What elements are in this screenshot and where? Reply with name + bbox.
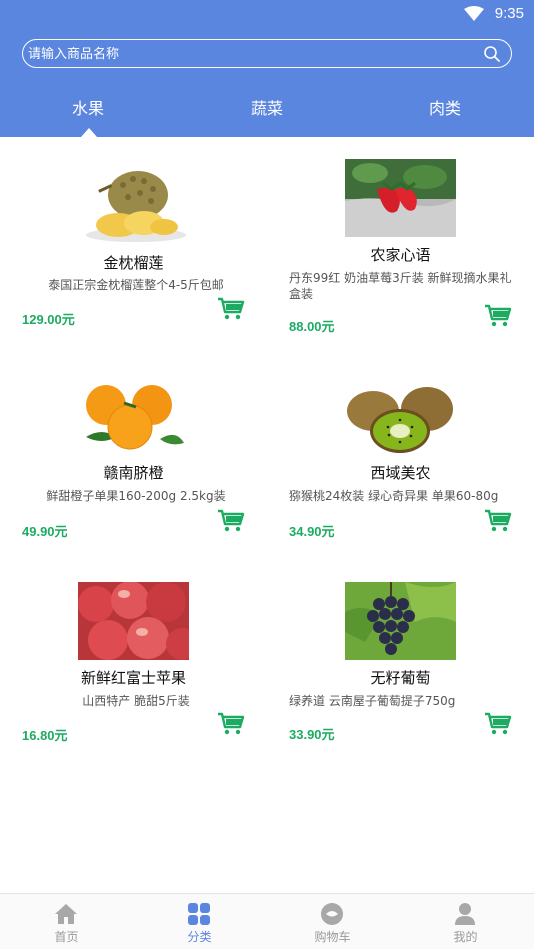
product-price: 16.80元 <box>22 728 68 743</box>
product-desc: 猕猴桃24枚装 绿心奇异果 单果60-80g <box>289 489 499 503</box>
product-name: 农家心语 <box>370 246 431 264</box>
add-to-cart-icon[interactable] <box>217 297 245 321</box>
tabbar-label: 分类 <box>187 930 212 944</box>
search-input[interactable] <box>28 44 468 64</box>
product-name: 赣南脐橙 <box>103 464 164 482</box>
status-time: 9:35 <box>494 5 524 22</box>
tab-meat[interactable]: 肉类 <box>385 95 505 119</box>
product-price: 129.00元 <box>22 312 75 327</box>
durian-image <box>78 167 189 245</box>
strawberry-image <box>345 159 456 237</box>
product-card[interactable]: 农家心语 丹东99红 奶油草莓3斤装 新鲜现摘水果礼盒装 88.00元 <box>267 137 534 337</box>
product-card[interactable]: 新鲜红富士苹果 山西特产 脆甜5斤装 16.80元 <box>0 551 267 751</box>
add-to-cart-icon[interactable] <box>484 712 512 736</box>
product-desc: 山西特产 脆甜5斤装 <box>82 694 190 708</box>
product-name: 新鲜红富士苹果 <box>80 669 186 687</box>
tab-vegetables[interactable]: 蔬菜 <box>207 95 327 119</box>
active-tab-indicator <box>81 128 97 137</box>
tabbar-label: 我的 <box>453 930 478 944</box>
header: 9:35 水果 蔬菜 肉类 <box>0 0 534 137</box>
search-icon[interactable] <box>483 45 501 63</box>
product-price: 33.90元 <box>289 727 335 742</box>
tabbar-label: 首页 <box>54 930 79 944</box>
home-icon <box>55 904 77 924</box>
apple-image <box>78 582 189 660</box>
product-card[interactable]: 赣南脐橙 鲜甜橙子单果160-200g 2.5kg装 49.90元 <box>0 347 267 547</box>
product-desc: 绿养道 云南屋子葡萄提子750g <box>289 694 456 708</box>
orange-image <box>78 381 189 459</box>
tabbar-home[interactable]: 首页 <box>0 894 133 949</box>
product-price: 34.90元 <box>289 524 335 539</box>
add-to-cart-icon[interactable] <box>217 712 245 736</box>
status-bar: 9:35 <box>0 0 534 30</box>
tab-fruit[interactable]: 水果 <box>28 95 148 119</box>
add-to-cart-icon[interactable] <box>217 509 245 533</box>
product-name: 西域美农 <box>370 464 431 482</box>
product-card[interactable]: 西域美农 猕猴桃24枚装 绿心奇异果 单果60-80g 34.90元 <box>267 347 534 547</box>
search-bar[interactable] <box>22 39 512 68</box>
user-icon <box>455 903 475 925</box>
tabbar-category[interactable]: 分类 <box>133 894 266 949</box>
chat-cart-icon <box>321 903 343 925</box>
grape-image <box>345 582 456 660</box>
product-name: 无籽葡萄 <box>370 669 431 687</box>
product-price: 49.90元 <box>22 524 68 539</box>
product-card[interactable]: 金枕榴莲 泰国正宗金枕榴莲整个4-5斤包邮 129.00元 <box>0 137 267 337</box>
product-desc: 丹东99红 奶油草莓3斤装 新鲜现摘水果礼盒装 <box>289 271 512 301</box>
wifi-icon <box>464 6 484 21</box>
product-desc: 泰国正宗金枕榴莲整个4-5斤包邮 <box>48 278 224 292</box>
product-price: 88.00元 <box>289 319 335 334</box>
product-desc: 鲜甜橙子单果160-200g 2.5kg装 <box>46 489 226 503</box>
product-card[interactable]: 无籽葡萄 绿养道 云南屋子葡萄提子750g 33.90元 <box>267 551 534 751</box>
kiwi-image <box>345 381 456 459</box>
tabbar-label: 购物车 <box>314 930 351 944</box>
add-to-cart-icon[interactable] <box>484 304 512 328</box>
tabbar-cart[interactable]: 购物车 <box>266 894 399 949</box>
product-name: 金枕榴莲 <box>103 254 164 272</box>
category-icon <box>188 903 210 925</box>
category-tabs: 水果 蔬菜 肉类 <box>0 90 534 137</box>
tabbar-profile[interactable]: 我的 <box>399 894 532 949</box>
bottom-tab-bar: 首页 分类 购物车 我的 <box>0 893 534 949</box>
add-to-cart-icon[interactable] <box>484 509 512 533</box>
